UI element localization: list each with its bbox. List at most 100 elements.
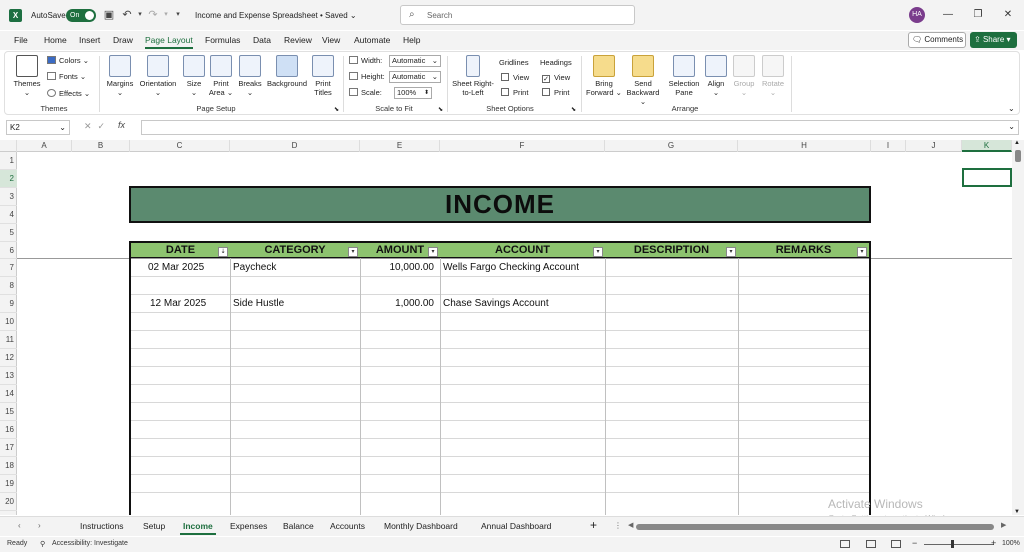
row-header[interactable]: 12 [0, 349, 17, 367]
tab-page-layout[interactable]: Page Layout [145, 35, 193, 49]
sort-filter-icon[interactable]: ⇣ [218, 247, 228, 257]
margins-button[interactable]: Margins ⌄ [105, 55, 135, 97]
cell-date[interactable]: 02 Mar 2025 [148, 262, 204, 274]
group-button[interactable]: Group ⌄ [733, 55, 755, 97]
align-button[interactable]: Align ⌄ [705, 55, 727, 97]
row-header[interactable]: 15 [0, 403, 17, 421]
rotate-button[interactable]: Rotate ⌄ [761, 55, 785, 97]
send-backward-button[interactable]: Send Backward ⌄ [624, 55, 662, 106]
page-layout-view-icon[interactable] [866, 540, 876, 548]
scroll-tabs-right-icon[interactable]: › [38, 521, 41, 530]
column-header[interactable]: E [360, 140, 440, 152]
zoom-in-icon[interactable]: + [991, 538, 996, 548]
sheet-options-launcher-icon[interactable]: ⬊ [571, 105, 576, 115]
formula-input[interactable]: ⌄ [141, 120, 1019, 135]
name-box[interactable]: K2 ⌄ [6, 120, 70, 135]
headings-view-checkbox[interactable]: ✓ View [542, 73, 570, 83]
column-header[interactable]: I [871, 140, 906, 152]
row-header[interactable]: 5 [0, 224, 17, 242]
tab-insert[interactable]: Insert [79, 35, 100, 45]
user-avatar[interactable]: HA [909, 7, 925, 23]
tab-formulas[interactable]: Formulas [205, 35, 240, 45]
column-header[interactable]: C [130, 140, 230, 152]
column-header[interactable]: D [230, 140, 360, 152]
row-header[interactable]: 7 [0, 259, 17, 277]
scroll-up-icon[interactable]: ▲ [1014, 140, 1020, 146]
sheet-tab-accounts[interactable]: Accounts [330, 521, 365, 531]
close-icon[interactable]: ✕ [1001, 8, 1015, 22]
sheet-tab-expenses[interactable]: Expenses [230, 521, 267, 531]
headings-print-checkbox[interactable]: Print [542, 88, 569, 98]
filter-dropdown-icon[interactable]: ▾ [348, 247, 358, 257]
document-title[interactable]: Income and Expense Spreadsheet • Saved ⌄ [195, 11, 357, 20]
normal-view-icon[interactable] [840, 540, 850, 548]
comments-button[interactable]: 🗨 Comments [908, 32, 966, 48]
save-icon[interactable]: ▣ [102, 8, 116, 22]
cell-category[interactable]: Paycheck [233, 262, 276, 274]
sheet-tab-annual-dashboard[interactable]: Annual Dashboard [481, 521, 551, 531]
customize-qat-icon[interactable]: ▾ [171, 8, 185, 22]
background-button[interactable]: Background [265, 55, 309, 88]
collapse-ribbon-icon[interactable]: ⌄ [1008, 104, 1015, 114]
add-sheet-icon[interactable]: + [590, 518, 597, 532]
zoom-slider-thumb[interactable] [951, 540, 954, 548]
page-setup-launcher-icon[interactable]: ⬊ [334, 105, 339, 115]
sheet-tab-monthly-dashboard[interactable]: Monthly Dashboard [384, 521, 458, 531]
row-header-selected[interactable]: 2 [0, 170, 17, 188]
cell-date[interactable]: 12 Mar 2025 [150, 298, 206, 310]
tab-home[interactable]: Home [44, 35, 67, 45]
row-header[interactable]: 14 [0, 385, 17, 403]
worksheet-grid[interactable]: INCOME DATE ⇣ CATEGORY ▾ AMOUNT ▾ ACCOUNT ▾ … [17, 152, 1012, 515]
row-header[interactable]: 4 [0, 206, 17, 224]
accessibility-status[interactable]: Accessibility: Investigate [52, 540, 128, 547]
vertical-scroll-thumb[interactable] [1015, 150, 1021, 162]
selection-pane-button[interactable]: Selection Pane [666, 55, 702, 97]
tab-draw[interactable]: Draw [113, 35, 133, 45]
minimize-icon[interactable]: — [941, 8, 955, 22]
breaks-button[interactable]: Breaks ⌄ [237, 55, 263, 97]
select-all-corner[interactable] [0, 140, 17, 152]
gridlines-view-checkbox[interactable]: View [501, 73, 529, 83]
undo-icon[interactable]: ↶ [120, 8, 134, 22]
cell-amount[interactable]: 1,000.00 [360, 298, 434, 310]
tab-view[interactable]: View [322, 35, 340, 45]
fonts-button[interactable]: Fonts ⌄ [47, 72, 86, 82]
scroll-down-icon[interactable]: ▼ [1014, 509, 1020, 515]
tab-help[interactable]: Help [403, 35, 420, 45]
cell-account[interactable]: Chase Savings Account [443, 298, 549, 310]
redo-icon[interactable]: ↷ [146, 8, 160, 22]
cancel-icon[interactable]: ✕ [84, 121, 98, 131]
row-header[interactable]: 19 [0, 475, 17, 493]
effects-button[interactable]: Effects ⌄ [47, 89, 90, 99]
row-header[interactable]: 1 [0, 152, 17, 170]
autosave-toggle[interactable]: On [66, 9, 96, 22]
orientation-button[interactable]: Orientation ⌄ [138, 55, 178, 97]
sheet-tab-income[interactable]: Income [180, 521, 216, 535]
row-header[interactable]: 3 [0, 188, 17, 206]
bring-forward-button[interactable]: Bring Forward ⌄ [586, 55, 622, 97]
column-header[interactable]: F [440, 140, 605, 152]
sheet-tab-balance[interactable]: Balance [283, 521, 314, 531]
print-titles-button[interactable]: Print Titles [312, 55, 334, 97]
tab-split-handle-icon[interactable]: ⋮ [614, 521, 622, 530]
row-header[interactable]: 20 [0, 493, 17, 511]
column-header[interactable]: G [605, 140, 738, 152]
print-area-button[interactable]: Print Area ⌄ [208, 55, 234, 97]
cell-account[interactable]: Wells Fargo Checking Account [443, 262, 579, 274]
row-header[interactable]: 18 [0, 457, 17, 475]
row-header[interactable]: 6 [0, 242, 17, 259]
row-header[interactable]: 11 [0, 331, 17, 349]
scale-spinner[interactable]: 100% ⬍ [394, 87, 432, 99]
colors-button[interactable]: Colors ⌄ [47, 56, 89, 66]
size-button[interactable]: Size ⌄ [183, 55, 205, 97]
tab-automate[interactable]: Automate [354, 35, 390, 45]
column-header[interactable]: A [17, 140, 72, 152]
tab-review[interactable]: Review [284, 35, 312, 45]
hscroll-right-icon[interactable]: ▶ [1001, 521, 1006, 529]
row-header[interactable]: 9 [0, 295, 17, 313]
column-header[interactable]: H [738, 140, 871, 152]
scale-launcher-icon[interactable]: ⬊ [438, 105, 443, 115]
filter-dropdown-icon[interactable]: ▾ [593, 247, 603, 257]
cell-amount[interactable]: 10,000.00 [360, 262, 435, 274]
tab-file[interactable]: File [14, 35, 28, 45]
